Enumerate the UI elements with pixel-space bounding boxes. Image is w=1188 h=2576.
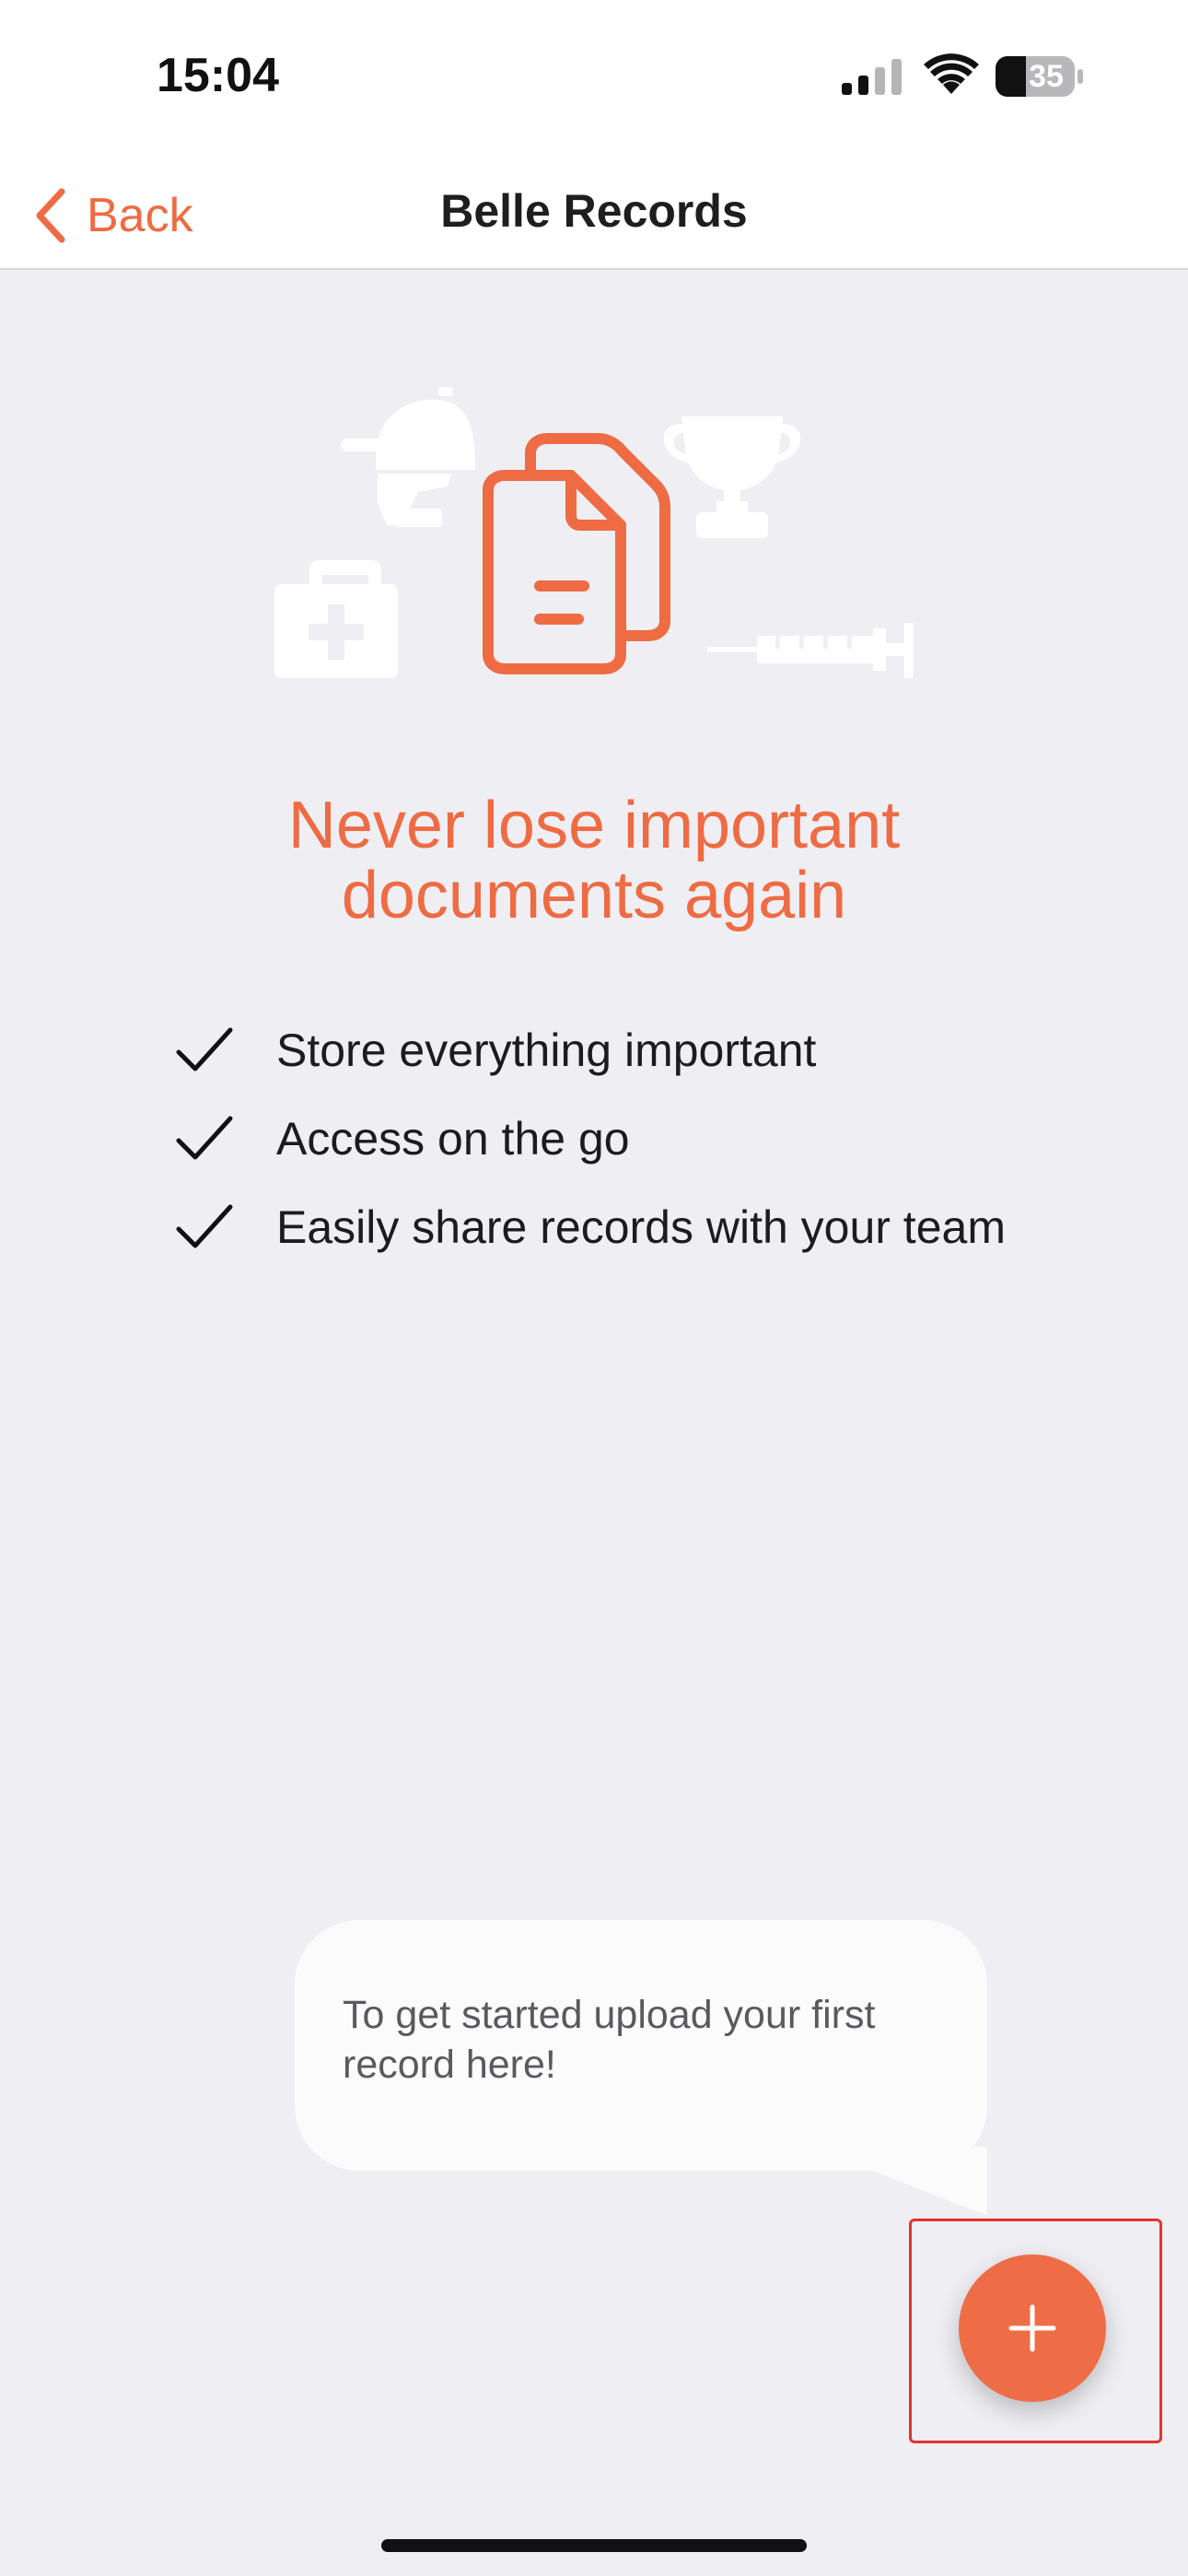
status-bar: 15:04 35 [0,0,1188,157]
feature-list: Store everything important Access on the… [175,1006,1006,1271]
cellular-signal-icon [842,59,902,95]
headline-line-2: documents again [341,859,847,932]
headline-line-1: Never lose important [287,789,901,862]
battery-level: 35 [1029,59,1064,94]
feature-label: Store everything important [276,1025,817,1076]
riding-helmet-icon [341,387,475,527]
syringe-icon [707,623,914,678]
trophy-icon [663,416,801,538]
list-item: Easily share records with your team [175,1183,1006,1271]
first-aid-kit-icon [274,560,398,678]
navigation-bar: Back Belle Records [0,157,1188,270]
add-record-button[interactable] [959,2254,1106,2402]
tooltip-text: To get started upload your first record … [343,1993,876,2087]
page-title: Belle Records [440,185,748,237]
wifi-icon [924,53,979,94]
headline: Never lose important documents again [0,790,1188,931]
hero-illustration [274,387,914,678]
checkmark-icon [176,1204,233,1248]
plus-icon [1008,2304,1056,2352]
feature-label: Easily share records with your team [276,1201,1006,1253]
feature-label: Access on the go [276,1113,630,1165]
list-item: Access on the go [175,1095,1006,1183]
documents-icon [483,433,670,674]
home-indicator[interactable] [381,2539,807,2552]
tooltip-tail [810,2147,987,2215]
list-item: Store everything important [175,1006,1006,1095]
checkmark-icon [176,1116,233,1160]
checkmark-icon [176,1027,233,1071]
status-time: 15:04 [157,49,279,102]
